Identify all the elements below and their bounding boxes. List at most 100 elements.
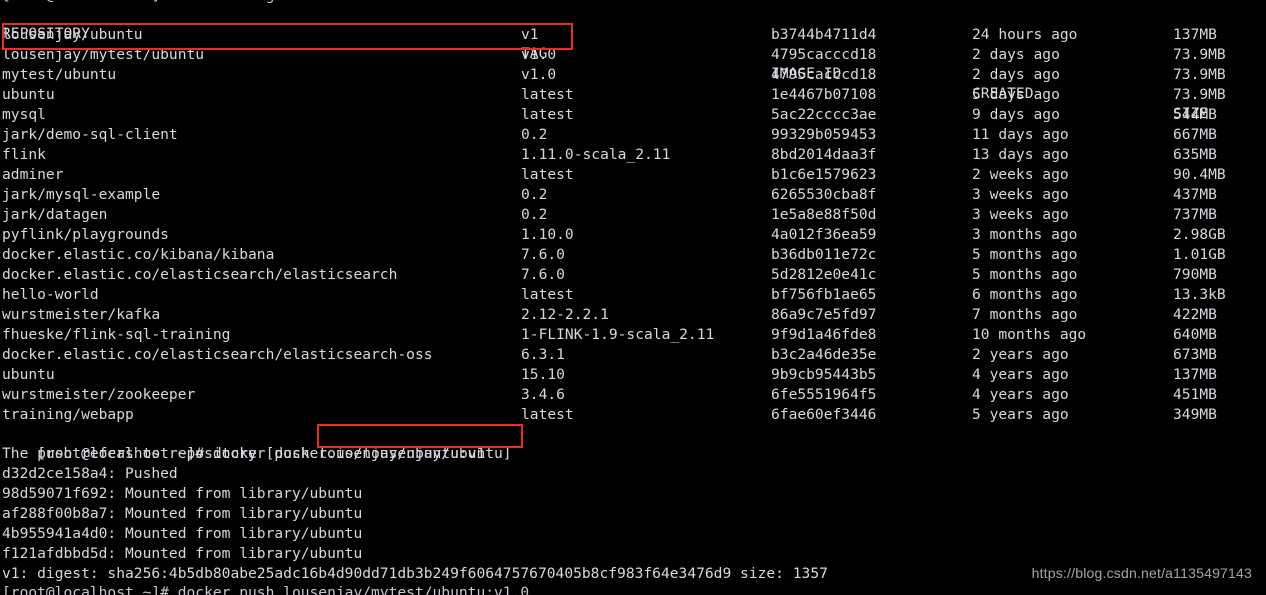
table-row: ubuntu latest 1e4467b07108 5 days ago 73.9MB [0, 85, 1266, 105]
cell-created: 11 days ago [972, 126, 1069, 143]
table-row: hello-world latest bf756fb1ae65 6 months ag… [0, 285, 1266, 305]
cell-image-id: 6265530cba8f [771, 186, 877, 203]
cell-created: 5 months ago [972, 266, 1078, 283]
cell-image-id: 5ac22cccc3ae [771, 106, 877, 123]
cell-size: 737MB [1173, 206, 1217, 223]
cell-tag: 2.12-2.2.1 [521, 306, 609, 323]
cell-image-id: 6fe5551964f5 [771, 386, 877, 403]
table-row: flink 1.11.0-scala_2.11 8bd2014daa3f 13 day… [0, 145, 1266, 165]
cell-created: 4 years ago [972, 386, 1069, 403]
cell-tag: 1-FLINK-1.9-scala_2.11 [521, 326, 715, 343]
table-row: adminer latest b1c6e1579623 2 weeks ago 90.4… [0, 165, 1266, 185]
cell-size: 137MB [1173, 366, 1217, 383]
push-output-line: f121afdbbd5d: Mounted from library/ubunt… [2, 545, 363, 562]
cell-created: 3 weeks ago [972, 186, 1069, 203]
cell-image-id: 99329b059453 [771, 126, 877, 143]
cell-tag: 0.2 [521, 126, 548, 143]
cell-tag: 7.6.0 [521, 246, 565, 263]
cell-created: 13 days ago [972, 146, 1069, 163]
cell-repository: jark/mysql-example [2, 186, 161, 203]
cell-size: 451MB [1173, 386, 1217, 403]
cell-image-id: 1e4467b07108 [771, 86, 877, 103]
cell-image-id: 86a9c7e5fd97 [771, 306, 877, 323]
cell-created: 2 years ago [972, 346, 1069, 363]
push-output-line: The push refers to repository [docker.io… [2, 445, 512, 462]
cell-tag: v1 [521, 26, 539, 43]
cell-size: 667MB [1173, 126, 1217, 143]
push-output-line: v1: digest: sha256:4b5db80abe25adc16b4d9… [2, 565, 828, 582]
table-row: mytest/ubuntu v1.0 4795cacccd18 2 days ago 7… [0, 65, 1266, 85]
cell-size: 90.4MB [1173, 166, 1226, 183]
cell-repository: docker.elastic.co/elasticsearch/elastics… [2, 346, 433, 363]
push-output-line: 4b955941a4d0: Mounted from library/ubunt… [2, 525, 363, 542]
cell-created: 10 months ago [972, 326, 1087, 343]
cell-size: 673MB [1173, 346, 1217, 363]
cell-repository: adminer [2, 166, 64, 183]
cell-size: 73.9MB [1173, 86, 1226, 103]
cell-size: 1.01GB [1173, 246, 1226, 263]
cell-created: 4 years ago [972, 366, 1069, 383]
cell-repository: jark/demo-sql-client [2, 126, 178, 143]
cell-image-id: bf756fb1ae65 [771, 286, 877, 303]
cell-tag: latest [521, 86, 574, 103]
table-row: ubuntu 15.10 9b9cb95443b5 4 years ago 137MB [0, 365, 1266, 385]
cell-created: 3 weeks ago [972, 206, 1069, 223]
cell-tag: 0.2 [521, 206, 548, 223]
cell-size: 640MB [1173, 326, 1217, 343]
cell-created: 24 hours ago [972, 26, 1078, 43]
table-row: docker.elastic.co/elasticsearch/elastics… [0, 265, 1266, 285]
cell-repository: mytest/ubuntu [2, 66, 117, 83]
cell-created: 2 days ago [972, 46, 1060, 63]
cell-tag: 15.10 [521, 366, 565, 383]
cell-size: 349MB [1173, 406, 1217, 423]
cell-tag: latest [521, 406, 574, 423]
cell-created: 3 months ago [972, 226, 1078, 243]
cell-image-id: 8bd2014daa3f [771, 146, 877, 163]
csdn-watermark: https://blog.csdn.net/a1135497143 [1031, 565, 1252, 581]
cell-repository: flink [2, 146, 46, 163]
cell-repository: hello-world [2, 286, 99, 303]
cell-repository: ubuntu [2, 366, 55, 383]
terminal-window[interactable]: [root@localhost ~]# docker images REPOSI… [0, 0, 1266, 595]
table-row: fhueske/flink-sql-training 1-FLINK-1.9-sc… [0, 325, 1266, 345]
cell-repository: docker.elastic.co/elasticsearch/elastics… [2, 266, 398, 283]
cell-size: 544MB [1173, 106, 1217, 123]
push-output-line: d32d2ce158a4: Pushed [2, 465, 178, 482]
cell-repository: wurstmeister/kafka [2, 306, 161, 323]
cell-image-id: 1e5a8e88f50d [771, 206, 877, 223]
cell-tag: latest [521, 106, 574, 123]
docker-push-command-line[interactable]: [root@localhost ~]# docker push lousenja… [2, 424, 485, 462]
cell-size: 2.98GB [1173, 226, 1226, 243]
cell-repository: fhueske/flink-sql-training [2, 326, 231, 343]
cell-tag: 3.4.6 [521, 386, 565, 403]
table-row: lousenjay/ubuntu v1 b3744b4711d4 24 hours a… [0, 25, 1266, 45]
cell-repository: docker.elastic.co/kibana/kibana [2, 246, 275, 263]
cell-repository: jark/datagen [2, 206, 108, 223]
cell-repository: training/webapp [2, 406, 134, 423]
push-output-line: 98d59071f692: Mounted from library/ubunt… [2, 485, 363, 502]
cell-created: 2 days ago [972, 66, 1060, 83]
cell-created: 7 months ago [972, 306, 1078, 323]
cell-created: 9 days ago [972, 106, 1060, 123]
cell-repository: wurstmeister/zookeeper [2, 386, 196, 403]
cell-tag: 7.6.0 [521, 266, 565, 283]
cell-repository: mysql [2, 106, 46, 123]
cell-image-id: 9f9d1a46fde8 [771, 326, 877, 343]
cell-image-id: 4795cacccd18 [771, 66, 877, 83]
cell-tag: v1.0 [521, 46, 557, 63]
cell-created: 6 months ago [972, 286, 1078, 303]
table-row: docker.elastic.co/elasticsearch/elastics… [0, 345, 1266, 365]
cell-size: 73.9MB [1173, 66, 1226, 83]
table-row: training/webapp latest 6fae60ef3446 5 years… [0, 405, 1266, 425]
table-row: jark/datagen 0.2 1e5a8e88f50d 3 weeks ago 73… [0, 205, 1266, 225]
cell-image-id: 9b9cb95443b5 [771, 366, 877, 383]
cell-size: 13.3kB [1173, 286, 1226, 303]
cell-image-id: 6fae60ef3446 [771, 406, 877, 423]
cell-image-id: b36db011e72c [771, 246, 877, 263]
cell-image-id: b3744b4711d4 [771, 26, 877, 43]
table-row: jark/demo-sql-client 0.2 99329b059453 11 da… [0, 125, 1266, 145]
clipped-bottom-command-line: [root@localhost ~]# docker push lousenja… [2, 584, 530, 595]
cell-repository: lousenjay/ubuntu [2, 26, 143, 43]
cell-created: 5 days ago [972, 86, 1060, 103]
table-row: wurstmeister/kafka 2.12-2.2.1 86a9c7e5fd97… [0, 305, 1266, 325]
